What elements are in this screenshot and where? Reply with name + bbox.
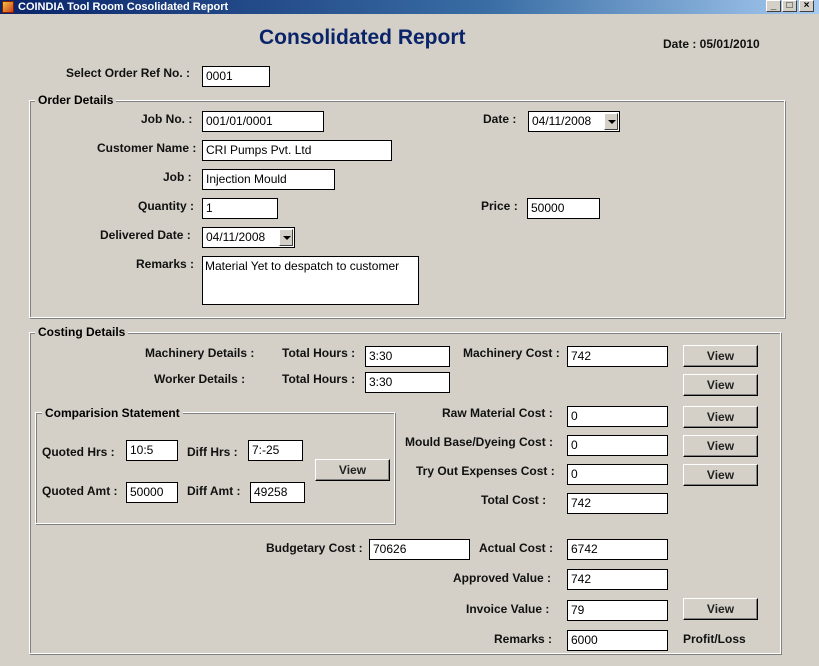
report-date: Date : 05/01/2010	[663, 37, 760, 51]
invoice-value-field[interactable]: 79	[567, 600, 668, 621]
summary-remarks-field[interactable]: 6000	[567, 630, 668, 651]
raw-material-cost-field[interactable]: 0	[567, 406, 668, 427]
chevron-down-icon[interactable]	[279, 229, 293, 246]
approved-value-label: Approved Value :	[453, 571, 552, 585]
minimize-button[interactable]: _	[766, 0, 781, 12]
worker-hours-field[interactable]: 3:30	[365, 372, 450, 393]
delivered-date-label: Delivered Date :	[100, 228, 191, 242]
view-mould-base-button[interactable]: View	[683, 435, 758, 457]
price-label: Price :	[481, 199, 518, 213]
customer-name-field[interactable]: CRI Pumps Pvt. Ltd	[202, 140, 392, 161]
order-date-dropdown[interactable]: 04/11/2008	[528, 111, 620, 132]
select-order-label: Select Order Ref No. :	[66, 66, 191, 80]
costing-details-title: Costing Details	[35, 325, 129, 339]
quoted-hrs-field[interactable]: 10:5	[126, 440, 178, 461]
job-label: Job :	[163, 170, 192, 184]
worker-details-label: Worker Details :	[154, 372, 246, 386]
profit-loss-label: Profit/Loss	[683, 632, 746, 646]
close-button[interactable]: ×	[799, 0, 814, 12]
view-comparison-button[interactable]: View	[315, 459, 390, 481]
job-no-field[interactable]: 001/01/0001	[202, 111, 324, 132]
quoted-amt-label: Quoted Amt :	[42, 484, 118, 498]
order-remarks-label: Remarks :	[136, 257, 195, 271]
try-out-cost-field[interactable]: 0	[567, 464, 668, 485]
quantity-label: Quantity :	[138, 199, 194, 213]
mould-base-cost-field[interactable]: 0	[567, 435, 668, 456]
app-icon	[2, 1, 14, 13]
page-title: Consolidated Report	[259, 26, 466, 49]
try-out-cost-label: Try Out Expenses Cost :	[416, 464, 555, 478]
job-field[interactable]: Injection Mould	[202, 169, 335, 190]
worker-hours-label: Total Hours :	[282, 372, 356, 386]
customer-name-label: Customer Name :	[97, 141, 197, 155]
diff-amt-label: Diff Amt :	[187, 484, 241, 498]
raw-material-cost-label: Raw Material Cost :	[442, 406, 553, 420]
mould-base-cost-label: Mould Base/Dyeing Cost :	[405, 435, 554, 449]
view-invoice-button[interactable]: View	[683, 598, 758, 620]
actual-cost-label: Actual Cost :	[479, 541, 554, 555]
title-bar: COINDIA Tool Room Cosolidated Report _ □…	[0, 0, 819, 14]
approved-value-field[interactable]: 742	[567, 569, 668, 590]
budgetary-cost-field[interactable]: 70626	[369, 539, 470, 560]
view-worker-button[interactable]: View	[683, 374, 758, 396]
chevron-down-icon[interactable]	[604, 113, 618, 130]
summary-remarks-label: Remarks :	[494, 632, 553, 646]
date-label: Date :	[483, 112, 517, 126]
order-ref-input[interactable]: 0001	[202, 66, 270, 87]
quantity-field[interactable]: 1	[202, 198, 278, 219]
machinery-hours-field[interactable]: 3:30	[365, 346, 450, 367]
total-cost-field[interactable]: 742	[567, 493, 668, 514]
job-no-label: Job No. :	[141, 112, 193, 126]
machinery-hours-label: Total Hours :	[282, 346, 356, 360]
delivered-date-value: 04/11/2008	[206, 230, 266, 244]
order-remarks-field[interactable]: Material Yet to despatch to customer	[202, 256, 419, 305]
machinery-details-label: Machinery Details :	[145, 346, 255, 360]
diff-hrs-field[interactable]: 7:-25	[248, 440, 303, 461]
quoted-amt-field[interactable]: 50000	[126, 482, 178, 503]
view-try-out-button[interactable]: View	[683, 464, 758, 486]
comparison-title: Comparision Statement	[42, 406, 183, 420]
machinery-cost-label: Machinery Cost :	[463, 346, 560, 360]
actual-cost-field[interactable]: 6742	[567, 539, 668, 560]
order-date-value: 04/11/2008	[532, 114, 592, 128]
quoted-hrs-label: Quoted Hrs :	[42, 445, 115, 459]
view-raw-material-button[interactable]: View	[683, 406, 758, 428]
invoice-value-label: Invoice Value :	[466, 602, 550, 616]
diff-amt-field[interactable]: 49258	[250, 482, 305, 503]
window-title: COINDIA Tool Room Cosolidated Report	[18, 1, 229, 13]
budgetary-cost-label: Budgetary Cost :	[266, 541, 363, 555]
maximize-button[interactable]: □	[782, 0, 797, 12]
order-details-title: Order Details	[35, 93, 117, 107]
total-cost-label: Total Cost :	[481, 493, 547, 507]
view-machinery-button[interactable]: View	[683, 345, 758, 367]
delivered-date-dropdown[interactable]: 04/11/2008	[202, 227, 295, 248]
price-field[interactable]: 50000	[527, 198, 600, 219]
diff-hrs-label: Diff Hrs :	[187, 445, 238, 459]
machinery-cost-field[interactable]: 742	[567, 346, 668, 367]
